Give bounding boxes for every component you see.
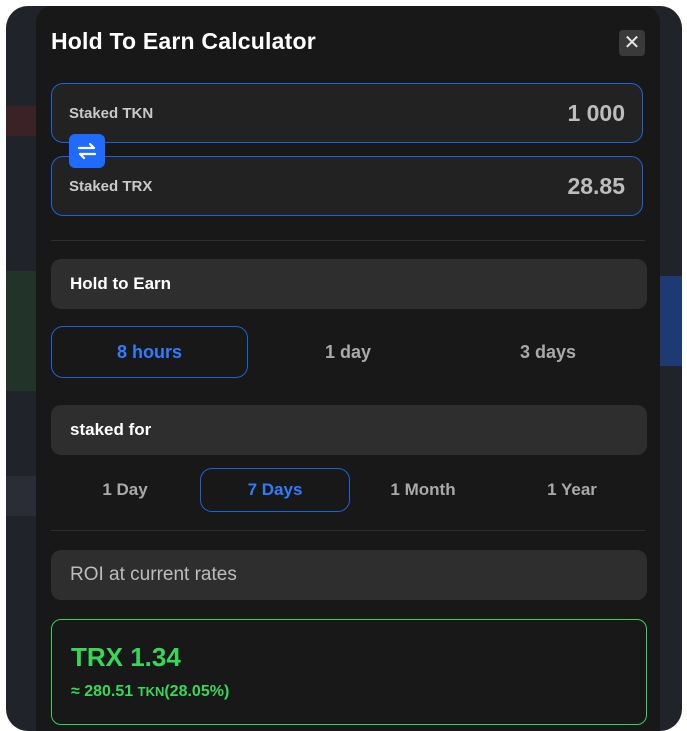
divider [51, 240, 645, 241]
close-button[interactable]: ✕ [619, 30, 645, 56]
staked-tkn-field[interactable]: Staked TKN 1 000 [51, 83, 643, 143]
roi-heading: ROI at current rates [51, 550, 647, 600]
close-icon: ✕ [623, 32, 641, 54]
staked-trx-field[interactable]: Staked TRX 28.85 [51, 156, 643, 216]
hold-to-earn-calculator-modal: Hold To Earn Calculator ✕ Staked TKN 1 0… [36, 6, 660, 731]
hold-option-8-hours[interactable]: 8 hours [51, 326, 248, 378]
roi-approx-percent: (28.05%) [164, 683, 230, 700]
roi-approx-amount: ≈ 280.51 [71, 683, 134, 700]
hold-option-3-days[interactable]: 3 days [448, 326, 648, 378]
staked-option-1-month[interactable]: 1 Month [349, 468, 497, 512]
roi-value: TRX 1.34 [71, 642, 181, 672]
hold-option-1-day[interactable]: 1 day [248, 326, 448, 378]
staked-option-1-day[interactable]: 1 Day [51, 468, 199, 512]
staked-option-1-year[interactable]: 1 Year [497, 468, 647, 512]
swap-button[interactable] [69, 134, 105, 168]
swap-arrows-icon [77, 142, 97, 160]
staked-trx-input[interactable]: 28.85 [425, 157, 625, 215]
hold-to-earn-heading: Hold to Earn [51, 259, 647, 309]
staked-for-heading: staked for [51, 405, 647, 455]
staked-tkn-input[interactable]: 1 000 [425, 84, 625, 142]
divider [51, 530, 645, 531]
modal-title: Hold To Earn Calculator [51, 28, 316, 54]
roi-approx: ≈ 280.51 TKN(28.05%) [71, 683, 229, 701]
staked-option-7-days[interactable]: 7 Days [200, 468, 350, 512]
roi-result-box: TRX 1.34 ≈ 280.51 TKN(28.05%) [51, 619, 647, 725]
roi-approx-unit: TKN [137, 684, 165, 699]
